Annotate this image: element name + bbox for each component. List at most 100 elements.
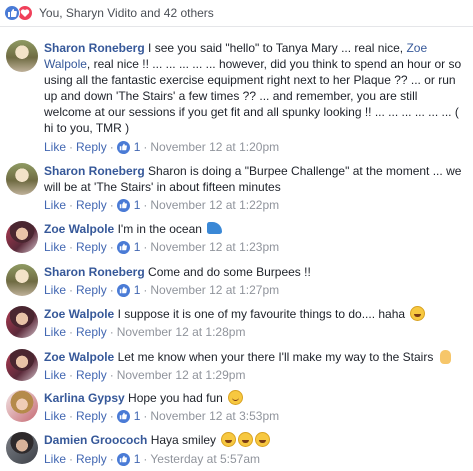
- timestamp[interactable]: November 12 at 1:22pm: [150, 198, 279, 212]
- avatar[interactable]: [6, 432, 38, 464]
- comment-text: I'm in the ocean: [117, 222, 202, 236]
- comment-text: Haya smiley: [150, 433, 217, 447]
- reactions-summary[interactable]: You, Sharyn Vidito and 42 others: [39, 6, 214, 20]
- timestamp[interactable]: November 12 at 1:29pm: [117, 368, 246, 382]
- like-count[interactable]: 1: [116, 198, 141, 212]
- timestamp[interactable]: November 12 at 1:27pm: [150, 283, 279, 297]
- like-button[interactable]: Like: [44, 409, 66, 423]
- like-button[interactable]: Like: [44, 452, 66, 466]
- commenter-name[interactable]: Sharon Roneberg: [44, 164, 145, 178]
- comment-body: Damien Groococh Haya smiley: [44, 432, 467, 448]
- comment-body: Sharon Roneberg Sharon is doing a "Burpe…: [44, 163, 467, 195]
- separator: ·: [143, 240, 148, 254]
- like-count-value: 1: [133, 240, 141, 254]
- separator: ·: [109, 140, 114, 154]
- separator: ·: [109, 409, 114, 423]
- separator: ·: [109, 452, 114, 466]
- comment-body: Sharon Roneberg I see you said "hello" t…: [44, 40, 467, 136]
- reply-button[interactable]: Reply: [76, 240, 107, 254]
- avatar[interactable]: [6, 306, 38, 338]
- like-count-value: 1: [133, 283, 141, 297]
- comment-actions: Like · Reply · 1 · Yesterday at 5:57am: [44, 451, 260, 467]
- timestamp[interactable]: Yesterday at 5:57am: [150, 452, 260, 466]
- avatar[interactable]: [6, 264, 38, 296]
- like-count[interactable]: 1: [116, 240, 141, 254]
- separator: ·: [69, 240, 74, 254]
- comment-actions: Like · Reply · 1 · November 12 at 1:27pm: [44, 282, 279, 298]
- timestamp[interactable]: November 12 at 1:28pm: [117, 325, 246, 339]
- like-icon: [116, 452, 130, 466]
- separator: ·: [69, 452, 74, 466]
- like-count[interactable]: 1: [116, 140, 141, 154]
- comment-text: , real nice !! ... ... ... ... ... howev…: [44, 57, 462, 135]
- separator: ·: [109, 240, 114, 254]
- like-count[interactable]: 1: [116, 283, 141, 297]
- reactions-bar[interactable]: You, Sharyn Vidito and 42 others: [0, 0, 473, 26]
- comment-body: Zoe Walpole I'm in the ocean: [44, 221, 467, 237]
- commenter-name[interactable]: Zoe Walpole: [44, 307, 114, 321]
- like-count[interactable]: 1: [116, 409, 141, 423]
- reply-button[interactable]: Reply: [76, 409, 107, 423]
- avatar[interactable]: [6, 349, 38, 381]
- like-count-value: 1: [133, 140, 141, 154]
- commenter-name[interactable]: Sharon Roneberg: [44, 41, 145, 55]
- timestamp[interactable]: November 12 at 3:53pm: [150, 409, 279, 423]
- like-icon: [116, 140, 130, 154]
- like-icon: [116, 409, 130, 423]
- reply-button[interactable]: Reply: [76, 452, 107, 466]
- grin-emoji: [255, 432, 271, 447]
- timestamp[interactable]: November 12 at 1:20pm: [150, 140, 279, 154]
- separator: ·: [69, 325, 74, 339]
- avatar[interactable]: [6, 40, 38, 72]
- comment-actions: Like · Reply · 1 · November 12 at 1:23pm: [44, 239, 279, 255]
- avatar[interactable]: [6, 221, 38, 253]
- commenter-name[interactable]: Zoe Walpole: [44, 222, 114, 236]
- separator: ·: [69, 283, 74, 297]
- like-count-value: 1: [133, 452, 141, 466]
- like-button[interactable]: Like: [44, 140, 66, 154]
- reply-button[interactable]: Reply: [76, 198, 107, 212]
- like-icon: [116, 283, 130, 297]
- separator: ·: [69, 409, 74, 423]
- divider: [0, 26, 473, 27]
- comment-body: Zoe Walpole I suppose it is one of my fa…: [44, 306, 467, 322]
- separator: ·: [143, 283, 148, 297]
- smile-emoji: [228, 390, 244, 405]
- laughing-emoji: [410, 306, 426, 321]
- wave-icon: [207, 222, 223, 234]
- like-count-value: 1: [133, 409, 141, 423]
- commenter-name[interactable]: Sharon Roneberg: [44, 265, 145, 279]
- like-button[interactable]: Like: [44, 325, 66, 339]
- like-count[interactable]: 1: [116, 452, 141, 466]
- comment-text: Let me know when your there I'll make my…: [117, 350, 434, 364]
- comment-actions: Like · Reply · November 12 at 1:28pm: [44, 324, 245, 340]
- comment-text: Come and do some Burpees !!: [148, 265, 311, 279]
- like-button[interactable]: Like: [44, 240, 66, 254]
- like-button[interactable]: Like: [44, 368, 66, 382]
- timestamp[interactable]: November 12 at 1:23pm: [150, 240, 279, 254]
- separator: ·: [109, 368, 114, 382]
- like-icon: [116, 198, 130, 212]
- reply-button[interactable]: Reply: [76, 140, 107, 154]
- like-reaction-icon: [4, 5, 20, 21]
- separator: ·: [109, 283, 114, 297]
- commenter-name[interactable]: Damien Groococh: [44, 433, 147, 447]
- like-button[interactable]: Like: [44, 283, 66, 297]
- avatar[interactable]: [6, 390, 38, 422]
- reply-button[interactable]: Reply: [76, 283, 107, 297]
- commenter-name[interactable]: Karlina Gypsy: [44, 391, 125, 405]
- separator: ·: [143, 198, 148, 212]
- comment-actions: Like · Reply · 1 · November 12 at 1:20pm: [44, 139, 279, 155]
- reply-button[interactable]: Reply: [76, 368, 107, 382]
- like-icon: [116, 240, 130, 254]
- like-count-value: 1: [133, 198, 141, 212]
- reply-button[interactable]: Reply: [76, 325, 107, 339]
- commenter-name[interactable]: Zoe Walpole: [44, 350, 114, 364]
- separator: ·: [143, 452, 148, 466]
- comment-text: Hope you had fun: [128, 391, 223, 405]
- avatar[interactable]: [6, 163, 38, 195]
- separator: ·: [143, 140, 148, 154]
- like-button[interactable]: Like: [44, 198, 66, 212]
- separator: ·: [143, 409, 148, 423]
- grin-emoji: [238, 432, 254, 447]
